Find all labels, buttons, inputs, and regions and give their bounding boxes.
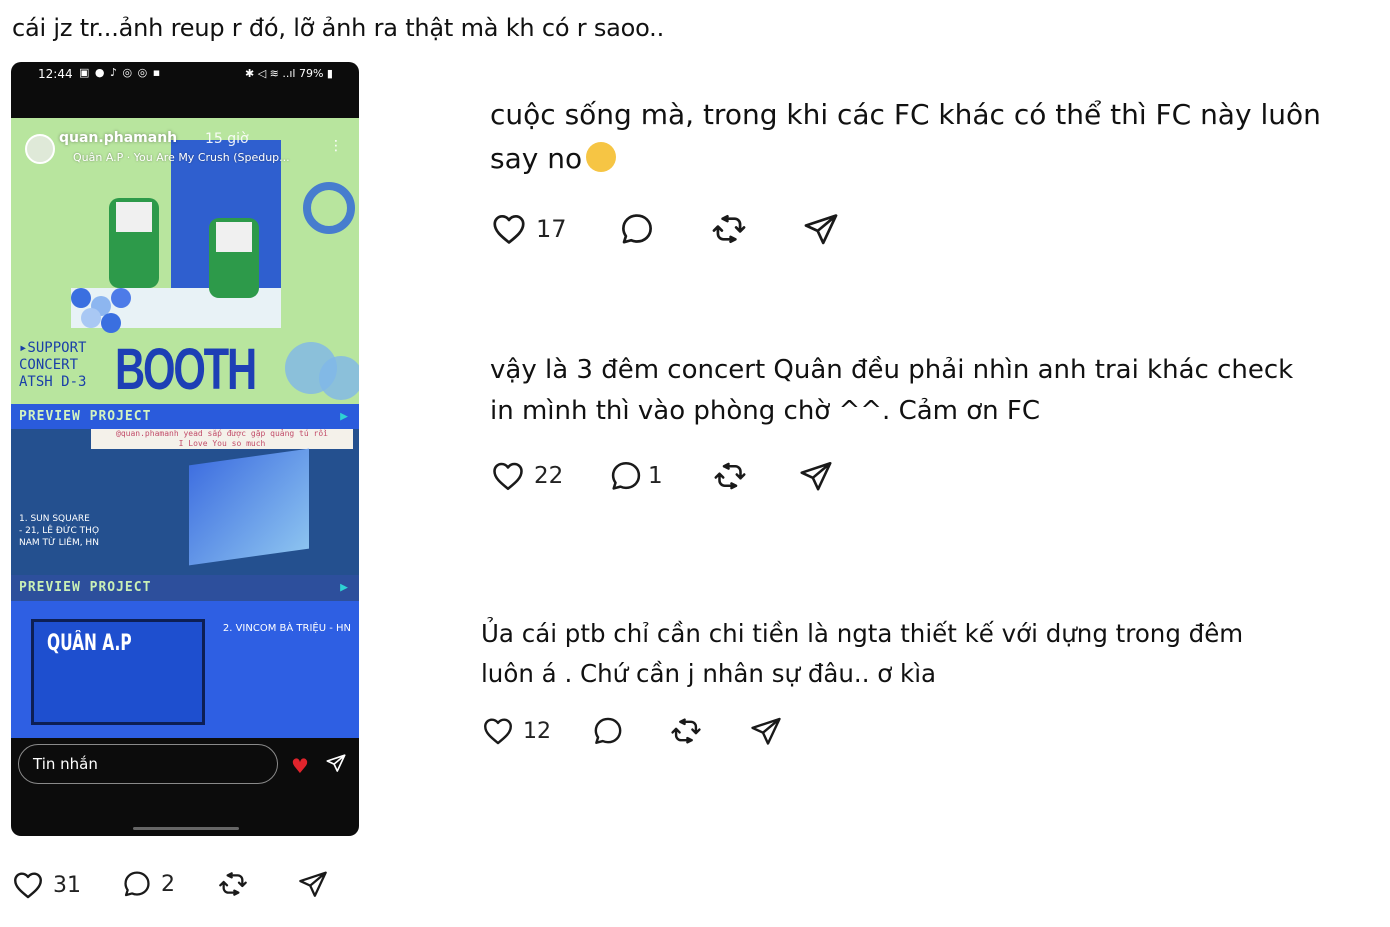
share-button[interactable] xyxy=(749,714,783,748)
story-username[interactable]: quan.phamanh xyxy=(59,130,177,146)
play-arrow-icon: ▶ xyxy=(340,409,349,424)
repost-button[interactable] xyxy=(217,868,249,900)
location-line: - 21, LÊ ĐỨC THỌ xyxy=(19,526,100,536)
billboard-screen xyxy=(189,448,309,566)
preview-label: PREVIEW PROJECT xyxy=(19,580,152,595)
like-button[interactable]: 22 xyxy=(490,458,563,494)
send-icon xyxy=(749,714,783,748)
reply-text: cuộc sống mà, trong khi các FC khác có t… xyxy=(490,93,1350,181)
reply-actions: 22 1 xyxy=(490,458,850,498)
billboard-sun-square: @quan.phamanh yead sắp được gặp quảng tú… xyxy=(11,429,359,575)
like-count: 31 xyxy=(53,872,81,898)
preview-bar-2: PREVIEW PROJECT ▶ xyxy=(11,575,359,601)
battery-level: 79% xyxy=(298,67,324,80)
booth-title: BOOTH xyxy=(115,337,257,402)
preview-label: PREVIEW PROJECT xyxy=(19,409,152,424)
support-line: ▸SUPPORT xyxy=(19,340,87,356)
reply-text: vậy là 3 đêm concert Quân đều phải nhìn … xyxy=(490,350,1350,432)
like-button[interactable]: 31 xyxy=(11,868,81,902)
reply-line: luôn á . Chứ cần j nhân sự đâu.. ơ kìa xyxy=(481,659,937,688)
comment-button[interactable]: 2 xyxy=(121,868,175,900)
heart-outline-icon xyxy=(11,868,45,902)
support-text: ▸SUPPORT CONCERT ATSH D-3 xyxy=(19,340,86,391)
support-line: ATSH D-3 xyxy=(19,374,87,390)
speech-bubble-icon xyxy=(591,714,625,748)
billboard-name: QUÂN A.P xyxy=(47,631,132,656)
repost-icon xyxy=(217,868,249,900)
repost-icon xyxy=(669,714,703,748)
send-icon xyxy=(802,210,840,248)
reply-line: vậy là 3 đêm concert Quân đều phải nhìn … xyxy=(490,355,1294,385)
note-line: @quan.phamanh yead sắp được gặp quảng tú… xyxy=(116,429,328,438)
comment-count: 1 xyxy=(648,463,663,489)
play-arrow-icon: ▶ xyxy=(340,580,349,595)
notification-icons: ▣ ● ♪ ◎ ◎ ▪ xyxy=(79,66,162,79)
filled-heart-icon[interactable]: ♥ xyxy=(291,754,309,778)
home-indicator xyxy=(133,827,239,830)
reply-line: say no xyxy=(490,137,1350,181)
billboard-vincom: QUÂN A.P 2. VINCOM BÀ TRIỆU - HN xyxy=(11,601,359,738)
location-line: NAM TỪ LIÊM, HN xyxy=(19,538,99,548)
support-line: CONCERT xyxy=(19,357,79,373)
speech-bubble-icon xyxy=(121,868,153,900)
reply-actions: 12 xyxy=(481,714,801,754)
share-button[interactable] xyxy=(297,868,329,900)
repost-button[interactable] xyxy=(712,458,748,494)
story-header: quan.phamanh 15 giờ Quân A.P · You Are M… xyxy=(25,128,355,168)
more-options-icon[interactable]: ⋮ xyxy=(329,138,343,154)
location-1: 1. SUN SQUARE - 21, LÊ ĐỨC THỌ NAM TỪ LI… xyxy=(19,513,99,549)
comment-count: 2 xyxy=(161,871,175,897)
reply-line: in mình thì vào phòng chờ ^^. Cảm ơn FC xyxy=(490,396,1041,426)
send-icon xyxy=(297,868,329,900)
speech-bubble-icon xyxy=(608,458,644,494)
smiling-face-with-tear-emoji xyxy=(586,142,617,172)
like-count: 22 xyxy=(534,463,564,489)
post-caption: cái jz tr...ảnh reup r đó, lỡ ảnh ra thậ… xyxy=(12,14,665,42)
preview-bar-1: PREVIEW PROJECT ▶ xyxy=(11,404,359,430)
reply-text: Ủa cái ptb chỉ cần chi tiền là ngta thiế… xyxy=(481,614,1341,694)
heart-outline-icon xyxy=(490,458,526,494)
story-song[interactable]: Quân A.P · You Are My Crush (Spedup... xyxy=(73,151,290,164)
story-time: 15 giờ xyxy=(205,131,249,147)
repost-button[interactable] xyxy=(710,210,748,248)
repost-icon xyxy=(710,210,748,248)
comment-button[interactable]: 1 xyxy=(608,458,663,494)
like-button[interactable]: 12 xyxy=(481,714,551,748)
note-line: I Love You so much xyxy=(178,439,266,448)
heart-outline-icon xyxy=(481,714,515,748)
avatar[interactable] xyxy=(25,134,55,164)
like-count: 17 xyxy=(536,215,567,243)
reply-line: cuộc sống mà, trong khi các FC khác có t… xyxy=(490,98,1321,131)
message-placeholder: Tin nhắn xyxy=(33,755,98,773)
story-screenshot: 12:44 ▣ ● ♪ ◎ ◎ ▪ ✱ ◁ ≋ ..ıl 79% ▮ quan.… xyxy=(11,62,359,836)
post-actions: 31 2 xyxy=(11,868,351,908)
comment-button[interactable] xyxy=(591,714,625,748)
reply-line: Ủa cái ptb chỉ cần chi tiền là ngta thiế… xyxy=(481,619,1244,648)
repost-icon xyxy=(712,458,748,494)
comment-button[interactable] xyxy=(618,210,656,248)
share-button[interactable] xyxy=(798,458,834,494)
send-icon xyxy=(798,458,834,494)
speech-bubble-icon xyxy=(618,210,656,248)
phone-status-bar: 12:44 ▣ ● ♪ ◎ ◎ ▪ ✱ ◁ ≋ ..ıl 79% ▮ xyxy=(11,62,359,88)
heart-outline-icon xyxy=(490,210,528,248)
location-2: 2. VINCOM BÀ TRIỆU - HN xyxy=(222,623,351,634)
like-count: 12 xyxy=(523,718,551,744)
message-input[interactable]: Tin nhắn xyxy=(18,744,278,784)
billboard-note: @quan.phamanh yead sắp được gặp quảng tú… xyxy=(91,429,353,449)
status-time: 12:44 xyxy=(38,67,73,81)
send-icon[interactable] xyxy=(325,752,347,774)
status-right: ✱ ◁ ≋ ..ıl 79% ▮ xyxy=(244,67,333,80)
like-button[interactable]: 17 xyxy=(490,210,567,248)
repost-button[interactable] xyxy=(669,714,703,748)
reply-actions: 17 xyxy=(490,210,850,250)
location-line: 1. SUN SQUARE xyxy=(19,514,90,524)
share-button[interactable] xyxy=(802,210,840,248)
story-image: quan.phamanh 15 giờ Quân A.P · You Are M… xyxy=(11,118,359,738)
